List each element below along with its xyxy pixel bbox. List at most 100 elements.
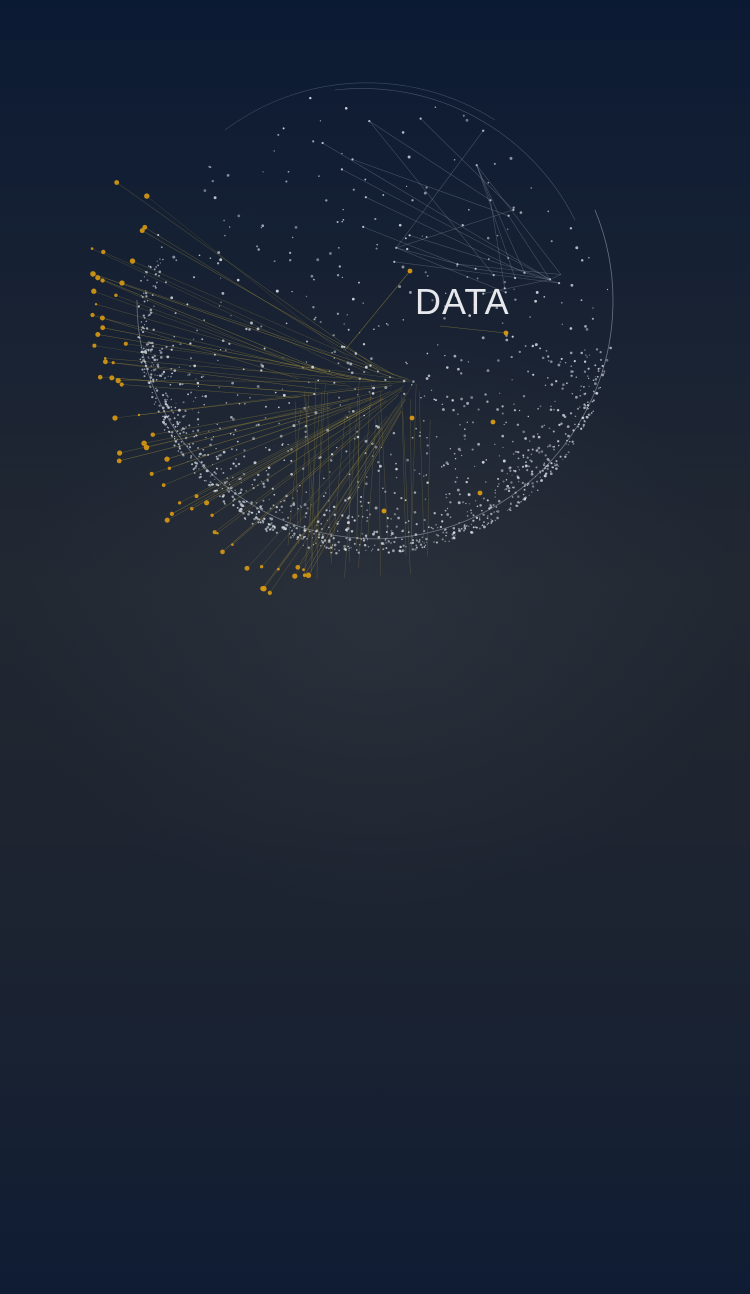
globe-edge-dot xyxy=(178,446,180,448)
globe-dot xyxy=(363,370,366,374)
globe-dot xyxy=(357,481,359,483)
globe-dot xyxy=(393,513,397,516)
globe-dot xyxy=(511,335,514,338)
globe-accent-dot xyxy=(169,511,174,516)
globe-dot xyxy=(196,329,198,332)
globe-accent-dot xyxy=(177,501,182,505)
globe-dot xyxy=(326,428,330,432)
globe-rim-dot xyxy=(569,351,573,355)
globe-dot xyxy=(336,312,340,315)
globe-rim-dot xyxy=(546,458,550,461)
globe-dot xyxy=(236,394,239,396)
globe-edge-dot xyxy=(151,395,154,399)
globe-constellation-line xyxy=(549,274,562,280)
globe-dot xyxy=(330,453,334,456)
globe-edge-dot xyxy=(177,426,179,428)
globe-constellation-line xyxy=(369,120,491,201)
globe-rim-dot xyxy=(517,476,520,480)
globe-dot xyxy=(325,199,328,202)
globe-edge-dot xyxy=(173,435,176,438)
globe-dot xyxy=(262,485,266,489)
globe-edge-dot xyxy=(154,273,158,276)
globe-edge-dot xyxy=(162,258,164,261)
globe-edge-dot xyxy=(251,522,254,525)
globe-rim-dot xyxy=(302,536,305,539)
globe-rim-dot xyxy=(465,525,468,527)
globe-accent-dot xyxy=(101,249,106,255)
globe-dot xyxy=(305,491,307,493)
globe-rim-dot xyxy=(442,531,445,534)
globe-dot xyxy=(229,432,232,435)
globe-dot xyxy=(309,96,312,100)
globe-dot xyxy=(384,386,388,390)
globe-rim-dot xyxy=(382,543,385,545)
globe-edge-dot xyxy=(147,356,149,358)
globe-rim-dot xyxy=(423,546,426,548)
globe-dot xyxy=(482,525,486,529)
globe-dot xyxy=(398,285,402,289)
globe-rim-dot xyxy=(313,532,315,535)
globe-edge-dot xyxy=(153,403,155,405)
globe-rim-dot xyxy=(239,502,243,506)
globe-dot xyxy=(463,404,466,408)
globe-edge-dot xyxy=(201,465,203,468)
globe-dot xyxy=(386,517,389,520)
globe-edge-dot xyxy=(152,328,155,331)
globe-rim-dot xyxy=(178,383,182,386)
globe-dot xyxy=(367,501,370,504)
globe-constellation-node xyxy=(364,196,367,199)
globe-rim-dot xyxy=(483,521,485,524)
globe-rim-dot xyxy=(216,423,219,426)
globe-rim-dot xyxy=(203,403,206,406)
globe-dot xyxy=(346,361,350,365)
globe-rim-dot xyxy=(425,537,428,541)
globe-rim-dot xyxy=(271,487,274,490)
globe-dot xyxy=(377,469,380,472)
globe-rim-dot xyxy=(563,415,567,419)
globe-rim-dot xyxy=(281,511,283,514)
globe-accent-dot xyxy=(141,440,147,447)
globe-dot xyxy=(529,316,531,318)
globe-rim-dot xyxy=(567,451,570,454)
globe-rim-dot xyxy=(425,541,428,543)
globe-dot xyxy=(398,223,402,227)
globe-dot xyxy=(231,417,235,421)
globe-rim-dot xyxy=(212,435,215,438)
globe-rim-dot xyxy=(594,382,597,386)
globe-dot xyxy=(343,345,346,349)
globe-rim-dot xyxy=(599,358,603,362)
globe-edge-dot xyxy=(215,483,218,486)
globe-rim-dot xyxy=(184,414,186,416)
globe-dot xyxy=(466,421,468,423)
globe-rim-dot xyxy=(222,450,226,454)
globe-edge-dot xyxy=(140,329,143,331)
globe-dot xyxy=(146,279,149,282)
globe-edge-dot xyxy=(145,327,149,330)
globe-rim-dot xyxy=(220,468,223,470)
globe-dot xyxy=(529,440,531,442)
globe-dot xyxy=(290,448,293,451)
globe-rim-dot xyxy=(411,539,415,542)
globe-dot xyxy=(467,493,471,497)
globe-rim-dot xyxy=(202,454,204,457)
globe-dot xyxy=(384,490,387,493)
globe-rim-dot xyxy=(557,440,560,443)
globe-rim-dot xyxy=(299,505,301,507)
globe-dot xyxy=(484,393,487,396)
globe-dot xyxy=(408,290,412,294)
globe-rim-dot xyxy=(569,412,573,415)
globe-rim-dot xyxy=(243,455,246,458)
globe-dot xyxy=(412,380,415,383)
globe-dot xyxy=(518,350,521,354)
globe-dot xyxy=(494,443,496,446)
globe-edge-dot xyxy=(179,432,182,435)
globe-rim-dot xyxy=(554,400,556,402)
globe-rim-dot xyxy=(357,551,360,554)
globe-rim-dot xyxy=(490,512,493,516)
globe-dot xyxy=(502,459,506,463)
globe-edge-dot xyxy=(291,534,294,537)
globe-dot xyxy=(350,530,354,533)
globe-accent-dot xyxy=(116,458,122,464)
globe-dot xyxy=(377,325,380,327)
globe-dot xyxy=(513,403,515,405)
